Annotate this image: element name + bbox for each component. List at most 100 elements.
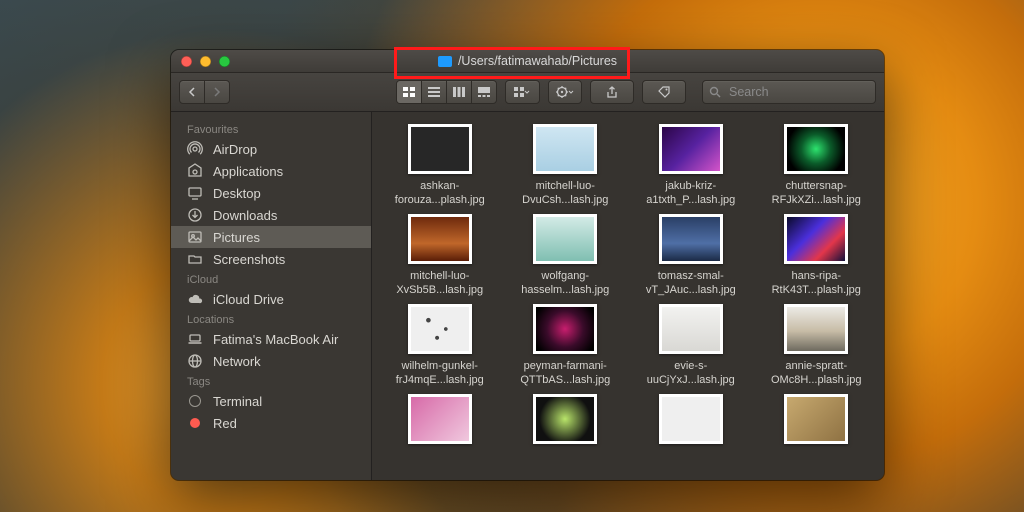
- sidebar-item-downloads[interactable]: Downloads: [171, 204, 371, 226]
- tag-red: [187, 415, 203, 431]
- file-name: jakub-kriz-a1txth_P...lash.jpg: [636, 180, 746, 208]
- file-thumbnail: [784, 124, 848, 174]
- file-thumbnail: [784, 214, 848, 264]
- sidebar-item-label: AirDrop: [213, 142, 257, 157]
- file-item[interactable]: evie-s-uuCjYxJ...lash.jpg: [631, 304, 751, 388]
- sidebar-item-applications[interactable]: Applications: [171, 160, 371, 182]
- search-input[interactable]: [727, 84, 884, 100]
- sidebar-item-pictures[interactable]: Pictures: [171, 226, 371, 248]
- file-name: hans-ripa-RtK43T...plash.jpg: [761, 270, 871, 298]
- close-button[interactable]: [181, 56, 192, 67]
- file-name: tomasz-smal-vT_JAuc...lash.jpg: [636, 270, 746, 298]
- sidebar-item-fatima-s-macbook-air[interactable]: Fatima's MacBook Air: [171, 328, 371, 350]
- file-name: wolfgang-hasselm...lash.jpg: [510, 270, 620, 298]
- file-thumbnail: [784, 304, 848, 354]
- folder-icon: [187, 251, 203, 267]
- sidebar-item-label: Fatima's MacBook Air: [213, 332, 338, 347]
- titlebar[interactable]: /Users/fatimawahab/Pictures: [171, 50, 884, 73]
- action-dropdown[interactable]: [548, 80, 583, 104]
- sidebar: Favourites AirDrop Applications Desktop Down…: [171, 112, 372, 480]
- laptop-icon: [187, 331, 203, 347]
- sidebar-item-label: Desktop: [213, 186, 261, 201]
- file-thumbnail: [408, 214, 472, 264]
- minimize-button[interactable]: [200, 56, 211, 67]
- view-gallery-button[interactable]: [472, 81, 496, 103]
- apps-icon: [187, 163, 203, 179]
- file-grid-area[interactable]: ashkan-forouza...plash.jpg mitchell-luo-D…: [372, 112, 884, 480]
- file-thumbnail: [533, 214, 597, 264]
- file-item[interactable]: ashkan-forouza...plash.jpg: [380, 124, 500, 208]
- group-dropdown[interactable]: [505, 80, 540, 104]
- sidebar-heading: Tags: [171, 372, 371, 390]
- file-name: wilhelm-gunkel-frJ4mqE...lash.jpg: [385, 360, 495, 388]
- file-item[interactable]: [506, 394, 626, 478]
- finder-window: /Users/fatimawahab/Pictures: [171, 50, 884, 480]
- nav-buttons: [179, 80, 230, 104]
- sidebar-item-label: iCloud Drive: [213, 292, 284, 307]
- sidebar-item-label: Applications: [213, 164, 283, 179]
- search-field[interactable]: [702, 80, 876, 104]
- folder-icon: [438, 56, 452, 67]
- file-item[interactable]: mitchell-luo-DvuCsh...lash.jpg: [506, 124, 626, 208]
- file-item[interactable]: mitchell-luo-XvSb5B...lash.jpg: [380, 214, 500, 298]
- file-item[interactable]: peyman-farmani-QTTbAS...lash.jpg: [506, 304, 626, 388]
- forward-button[interactable]: [205, 81, 229, 103]
- file-item[interactable]: chuttersnap-RFJkXZi...lash.jpg: [757, 124, 877, 208]
- file-name: annie-spratt-OMc8H...plash.jpg: [761, 360, 871, 388]
- sidebar-item-desktop[interactable]: Desktop: [171, 182, 371, 204]
- sidebar-item-red[interactable]: Red: [171, 412, 371, 434]
- airdrop-icon: [187, 141, 203, 157]
- file-name: ashkan-forouza...plash.jpg: [385, 180, 495, 208]
- traffic-lights: [171, 56, 230, 67]
- file-name: mitchell-luo-XvSb5B...lash.jpg: [385, 270, 495, 298]
- sidebar-item-airdrop[interactable]: AirDrop: [171, 138, 371, 160]
- file-thumbnail: [408, 304, 472, 354]
- downloads-icon: [187, 207, 203, 223]
- tag-gray: [187, 393, 203, 409]
- file-item[interactable]: [380, 394, 500, 478]
- file-thumbnail: [533, 304, 597, 354]
- window-title: /Users/fatimawahab/Pictures: [171, 54, 884, 68]
- sidebar-item-label: Downloads: [213, 208, 277, 223]
- sidebar-item-label: Network: [213, 354, 261, 369]
- file-name: mitchell-luo-DvuCsh...lash.jpg: [510, 180, 620, 208]
- sidebar-heading: iCloud: [171, 270, 371, 288]
- file-item[interactable]: wilhelm-gunkel-frJ4mqE...lash.jpg: [380, 304, 500, 388]
- view-column-button[interactable]: [447, 81, 472, 103]
- sidebar-item-network[interactable]: Network: [171, 350, 371, 372]
- file-item[interactable]: wolfgang-hasselm...lash.jpg: [506, 214, 626, 298]
- tags-button[interactable]: [642, 80, 686, 104]
- file-item[interactable]: hans-ripa-RtK43T...plash.jpg: [757, 214, 877, 298]
- file-item[interactable]: tomasz-smal-vT_JAuc...lash.jpg: [631, 214, 751, 298]
- file-thumbnail: [659, 124, 723, 174]
- file-name: peyman-farmani-QTTbAS...lash.jpg: [510, 360, 620, 388]
- share-button[interactable]: [590, 80, 634, 104]
- sidebar-item-screenshots[interactable]: Screenshots: [171, 248, 371, 270]
- sidebar-item-label: Terminal: [213, 394, 262, 409]
- back-button[interactable]: [180, 81, 205, 103]
- file-thumbnail: [408, 394, 472, 444]
- pictures-icon: [187, 229, 203, 245]
- network-icon: [187, 353, 203, 369]
- file-thumbnail: [659, 394, 723, 444]
- sidebar-item-label: Red: [213, 416, 237, 431]
- file-item[interactable]: jakub-kriz-a1txth_P...lash.jpg: [631, 124, 751, 208]
- file-thumbnail: [533, 394, 597, 444]
- search-icon: [709, 86, 721, 98]
- window-path: /Users/fatimawahab/Pictures: [458, 54, 617, 68]
- sidebar-heading: Favourites: [171, 120, 371, 138]
- sidebar-item-terminal[interactable]: Terminal: [171, 390, 371, 412]
- file-item[interactable]: [631, 394, 751, 478]
- file-thumbnail: [659, 304, 723, 354]
- view-list-button[interactable]: [422, 81, 447, 103]
- file-item[interactable]: [757, 394, 877, 478]
- view-mode-segment: [396, 80, 497, 104]
- file-name: chuttersnap-RFJkXZi...lash.jpg: [761, 180, 871, 208]
- file-thumbnail: [784, 394, 848, 444]
- view-icon-button[interactable]: [397, 81, 422, 103]
- desktop-icon: [187, 185, 203, 201]
- maximize-button[interactable]: [219, 56, 230, 67]
- file-item[interactable]: annie-spratt-OMc8H...plash.jpg: [757, 304, 877, 388]
- file-thumbnail: [659, 214, 723, 264]
- sidebar-item-icloud-drive[interactable]: iCloud Drive: [171, 288, 371, 310]
